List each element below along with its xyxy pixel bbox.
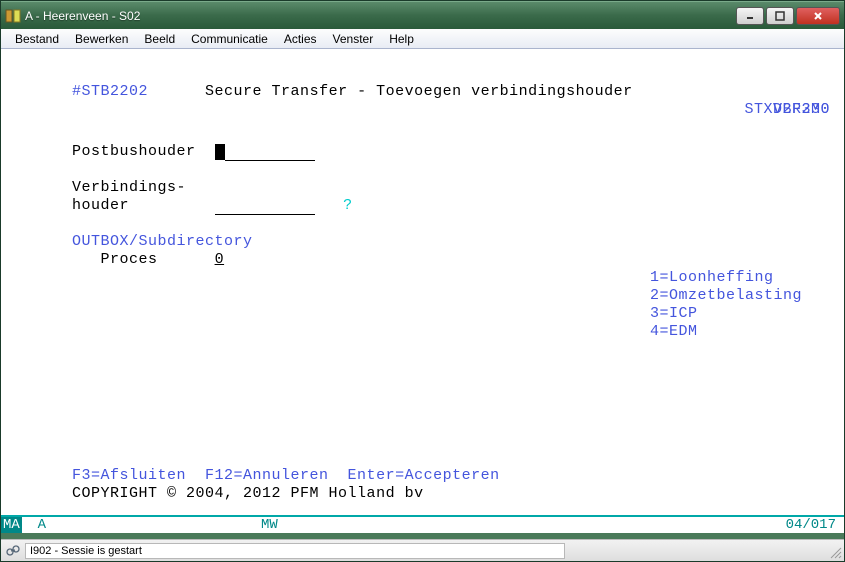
verbindingshouder-input[interactable] [215, 198, 315, 215]
window-title: A - Heerenveen - S02 [25, 9, 736, 23]
operator-info-area: MA A MW 04/017 [1, 515, 844, 533]
oia-ma-indicator: MA [1, 517, 22, 533]
titlebar: A - Heerenveen - S02 [1, 1, 844, 29]
verbindingshouder-label-2: houder [72, 197, 129, 214]
postbushouder-label: Postbushouder [72, 143, 196, 160]
menu-help[interactable]: Help [381, 30, 422, 48]
minimize-button[interactable] [736, 7, 764, 25]
terminal-screen[interactable]: #STB2202 Secure Transfer - Toevoegen ver… [1, 49, 844, 515]
window-controls [736, 7, 840, 25]
oia-session: A [22, 517, 62, 533]
menu-communicatie[interactable]: Communicatie [183, 30, 276, 48]
maximize-button[interactable] [766, 7, 794, 25]
postbushouder-input[interactable] [215, 143, 315, 160]
resize-grip-icon[interactable] [828, 545, 842, 559]
menu-bar: Bestand Bewerken Beeld Communicatie Acti… [1, 29, 844, 49]
proces-label: Proces [101, 251, 158, 268]
status-message: I902 - Sessie is gestart [25, 543, 565, 559]
help-marker-icon[interactable]: ? [343, 197, 353, 214]
option-4: 4=EDM [650, 323, 830, 341]
menu-venster[interactable]: Venster [325, 30, 382, 48]
proces-input[interactable]: 0 [215, 251, 225, 268]
status-bar: I902 - Sessie is gestart [1, 539, 844, 561]
close-button[interactable] [796, 7, 840, 25]
menu-acties[interactable]: Acties [276, 30, 325, 48]
copyright-text: COPYRIGHT © 2004, 2012 PFM Holland bv [72, 485, 424, 502]
app-icon [5, 8, 21, 24]
menu-bestand[interactable]: Bestand [7, 30, 67, 48]
oia-cursor-position: 04/017 [786, 517, 836, 533]
connection-icon [5, 543, 21, 559]
menu-beeld[interactable]: Beeld [136, 30, 183, 48]
text-cursor [215, 144, 225, 160]
version-label: V2R3M0 [773, 101, 830, 119]
oia-status-code: MW [251, 517, 288, 533]
menu-bewerken[interactable]: Bewerken [67, 30, 136, 48]
application-window: A - Heerenveen - S02 Bestand Bewerken Be… [0, 0, 845, 562]
